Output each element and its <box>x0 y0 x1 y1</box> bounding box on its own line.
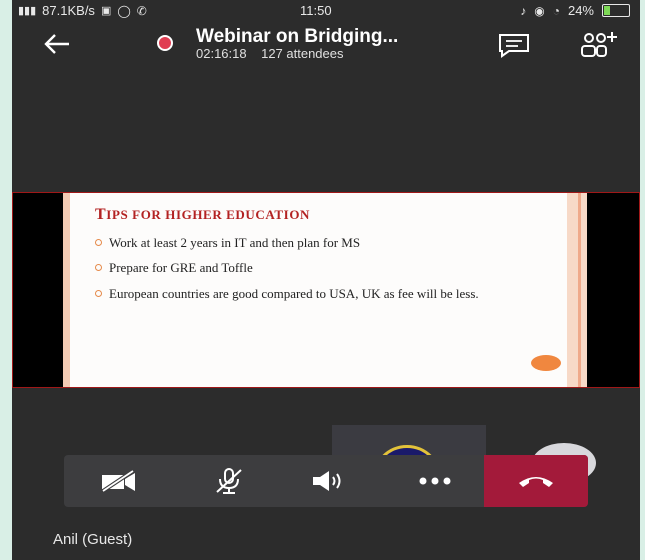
teams-meeting-screen: ▮▮▮ 87.1KB/s ▣ ◯ ✆ 11:50 ♪ ◉ ◔ 24% Webin… <box>12 0 640 560</box>
participant-name: Anil (Guest) <box>53 531 133 548</box>
slide-left-stripe <box>63 193 70 387</box>
hang-up-icon <box>519 477 553 487</box>
slide-bullet: Work at least 2 years in IT and then pla… <box>95 235 545 250</box>
battery-icon <box>602 4 630 17</box>
speaker-icon <box>313 471 341 491</box>
call-control-bar <box>64 455 588 507</box>
phone-icon: ✆ <box>136 3 147 18</box>
eye-icon: ◉ <box>534 3 545 18</box>
recording-indicator-icon <box>157 35 173 51</box>
hang-up-button[interactable] <box>484 455 588 507</box>
slide-decoration <box>531 355 561 371</box>
mute-icon: ♪ <box>520 3 527 18</box>
back-button[interactable] <box>42 30 72 58</box>
notification-icon: ▣ <box>100 5 112 17</box>
bullet-icon <box>95 239 102 246</box>
slide-title: TIPS FOR HIGHER EDUCATION <box>95 206 310 224</box>
bullet-icon <box>95 264 102 271</box>
video-off-icon <box>101 469 135 493</box>
status-clock: 11:50 <box>300 3 332 18</box>
whatsapp-icon: ◯ <box>117 3 131 18</box>
attendee-count: 127 attendees <box>261 46 344 61</box>
microphone-toggle-button[interactable] <box>194 455 264 507</box>
slide-right-stripe <box>567 193 587 387</box>
mic-off-icon <box>216 468 242 494</box>
meeting-duration: 02:16:18 <box>196 46 247 61</box>
more-options-button[interactable] <box>400 455 470 507</box>
data-saver-icon: ◔ <box>552 3 560 18</box>
meeting-subtitle: 02:16:18 127 attendees <box>196 46 344 61</box>
slide-title-first-letter: T <box>95 206 107 223</box>
bullet-text: Prepare for GRE and Toffle <box>109 260 253 275</box>
camera-toggle-button[interactable] <box>84 455 154 507</box>
chat-button[interactable] <box>496 32 532 58</box>
more-icon <box>419 477 451 485</box>
slide-bullet-list: Work at least 2 years in IT and then pla… <box>95 235 545 311</box>
bullet-text: Work at least 2 years in IT and then pla… <box>109 235 361 250</box>
battery-percent: 24% <box>567 3 594 18</box>
speaker-button[interactable] <box>294 455 364 507</box>
presentation-slide: TIPS FOR HIGHER EDUCATION Work at least … <box>63 193 587 387</box>
status-left: ▮▮▮ 87.1KB/s ▣ ◯ ✆ <box>18 3 147 18</box>
meeting-header: Webinar on Bridging... 02:16:18 127 atte… <box>12 22 640 66</box>
status-bar: ▮▮▮ 87.1KB/s ▣ ◯ ✆ 11:50 ♪ ◉ ◔ 24% <box>12 0 640 22</box>
slide-title-rest: IPS FOR HIGHER EDUCATION <box>106 207 311 222</box>
battery-fill <box>604 6 610 15</box>
participants-button[interactable] <box>576 30 618 60</box>
meeting-title[interactable]: Webinar on Bridging... <box>196 26 476 48</box>
signal-icon: ▮▮▮ <box>18 5 37 17</box>
bullet-text: European countries are good compared to … <box>109 286 479 301</box>
slide-right-accent <box>578 193 581 387</box>
slide-bullet: European countries are good compared to … <box>95 286 499 301</box>
slide-bullet: Prepare for GRE and Toffle <box>95 260 545 275</box>
add-people-icon <box>581 32 617 57</box>
chat-icon <box>499 34 529 58</box>
shared-content-area[interactable]: TIPS FOR HIGHER EDUCATION Work at least … <box>12 192 640 388</box>
bullet-icon <box>95 290 102 297</box>
back-arrow-icon <box>44 34 69 54</box>
network-speed: 87.1KB/s <box>42 3 95 18</box>
status-right: ♪ ◉ ◔ 24% <box>520 3 630 18</box>
